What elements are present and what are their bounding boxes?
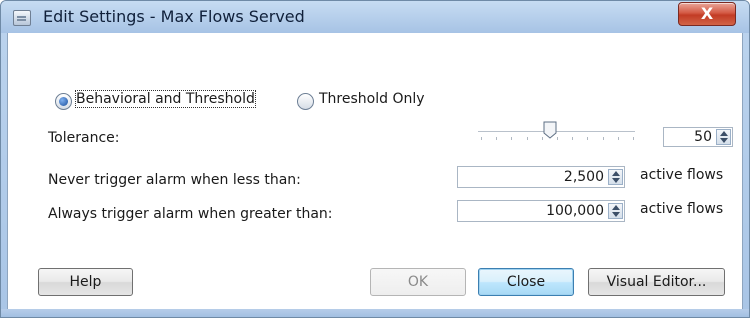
radio-label-threshold-only[interactable]: Threshold Only [319, 91, 425, 107]
app-window-icon [13, 10, 31, 26]
edit-settings-dialog: Edit Settings - Max Flows Served X Behav… [0, 0, 750, 318]
tolerance-spinner[interactable]: 50 [663, 127, 733, 147]
always-trigger-unit: active flows [640, 201, 724, 217]
slider-tick [526, 137, 528, 140]
spinner-arrows-icon[interactable] [608, 203, 623, 219]
help-button[interactable]: Help [38, 268, 133, 296]
slider-thumb-icon[interactable] [543, 121, 557, 139]
always-trigger-value[interactable]: 100,000 [546, 203, 604, 219]
tolerance-value[interactable]: 50 [694, 129, 712, 145]
slider-tick [557, 137, 558, 140]
tolerance-label: Tolerance: [48, 130, 120, 146]
slider-tick [511, 137, 513, 140]
window-bottom-frame [1, 309, 749, 317]
slider-tick [617, 137, 619, 140]
title-bar[interactable]: Edit Settings - Max Flows Served X [1, 1, 749, 33]
ok-button[interactable]: OK [370, 268, 466, 296]
never-trigger-unit: active flows [640, 167, 724, 183]
spinner-arrows-icon[interactable] [608, 169, 623, 185]
window-title: Edit Settings - Max Flows Served [43, 7, 305, 26]
close-icon: X [700, 4, 714, 23]
radio-behavioral-and-threshold[interactable] [55, 93, 72, 110]
always-trigger-label: Always trigger alarm when greater than: [48, 206, 333, 222]
slider-tick [602, 137, 604, 140]
slider-tick [481, 137, 482, 140]
radio-label-behavioral-and-threshold[interactable]: Behavioral and Threshold [75, 90, 256, 108]
never-trigger-label: Never trigger alarm when less than: [48, 172, 301, 188]
never-trigger-value[interactable]: 2,500 [564, 169, 604, 185]
always-trigger-spinner[interactable]: 100,000 [457, 200, 625, 222]
visual-editor-button[interactable]: Visual Editor... [588, 268, 725, 296]
never-trigger-spinner[interactable]: 2,500 [457, 166, 625, 188]
slider-tick [572, 137, 574, 140]
radio-threshold-only[interactable] [297, 93, 314, 110]
spinner-arrows-icon[interactable] [716, 129, 731, 145]
close-button[interactable]: Close [478, 268, 574, 296]
slider-tick [633, 137, 634, 140]
slider-tick [496, 137, 498, 140]
close-window-button[interactable]: X [678, 2, 736, 26]
slider-tick [587, 137, 589, 140]
